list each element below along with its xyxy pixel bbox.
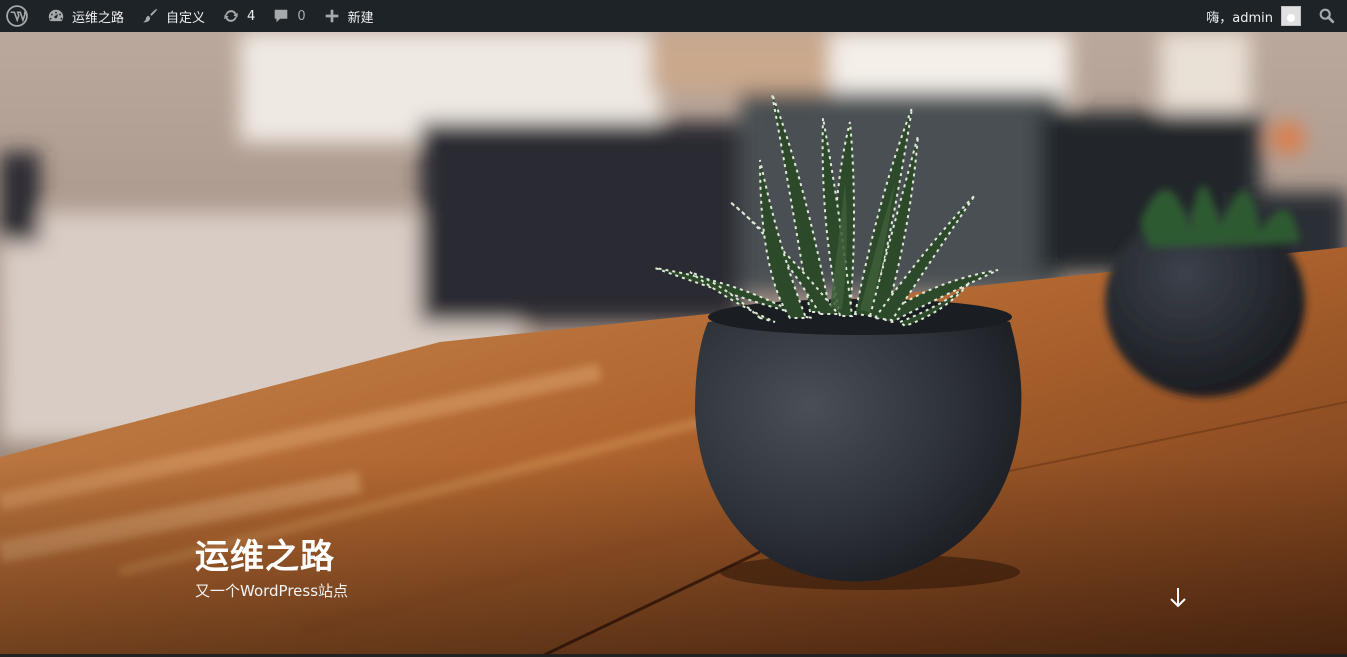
dashboard-icon: [46, 6, 66, 26]
comments-count: 0: [297, 8, 306, 24]
brush-icon: [140, 6, 160, 26]
comment-icon: [271, 6, 291, 26]
updates-icon: [221, 6, 241, 26]
search-icon: [1317, 6, 1337, 26]
plus-icon: [322, 6, 342, 26]
customize-label: 自定义: [166, 10, 206, 26]
admin-bar-right: 嗨，admin: [1198, 0, 1347, 32]
site-name-label: 运维之路: [72, 10, 125, 26]
admin-bar-left: 运维之路 自定义 4 0 新建: [0, 0, 382, 32]
search-menu[interactable]: [1309, 0, 1347, 32]
comments-menu[interactable]: 0: [263, 0, 313, 32]
my-account-menu[interactable]: 嗨，admin: [1198, 0, 1309, 32]
wp-logo-menu[interactable]: [0, 0, 38, 32]
scroll-down-button[interactable]: [1168, 586, 1188, 610]
new-label: 新建: [347, 10, 374, 26]
updates-count: 4: [247, 8, 256, 24]
customize-menu[interactable]: 自定义: [132, 0, 213, 32]
greeting-text: 嗨，admin: [1206, 10, 1273, 26]
new-content-menu[interactable]: 新建: [314, 0, 382, 32]
arrow-down-icon: [1168, 588, 1188, 614]
updates-menu[interactable]: 4: [213, 0, 263, 32]
wordpress-icon: [6, 5, 28, 27]
site-description: 又一个WordPress站点: [195, 582, 349, 600]
site-name-menu[interactable]: 运维之路: [38, 0, 132, 32]
site-title[interactable]: 运维之路: [195, 536, 348, 578]
site-branding: 运维之路 又一个WordPress站点: [195, 536, 348, 601]
custom-header: 运维之路 又一个WordPress站点: [0, 32, 1347, 657]
avatar-icon: [1281, 6, 1301, 26]
admin-bar: 运维之路 自定义 4 0 新建 嗨，admin: [0, 0, 1347, 32]
